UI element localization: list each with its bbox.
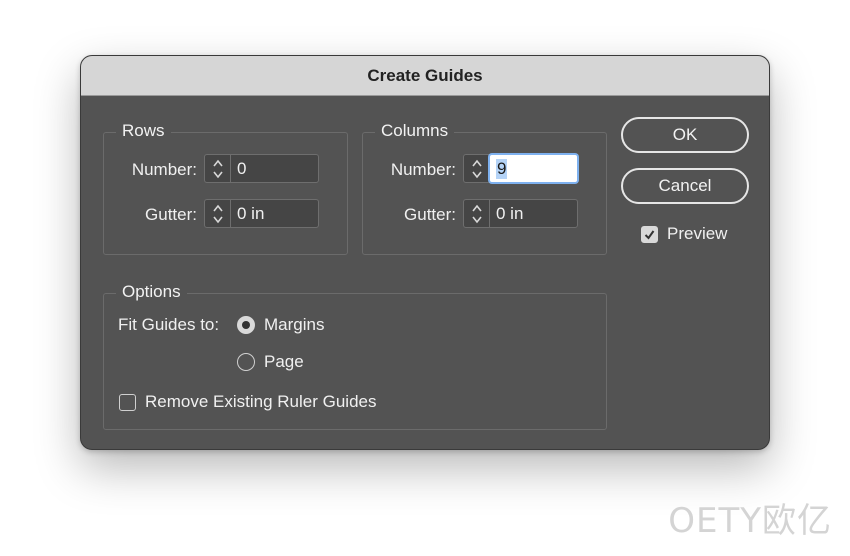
create-guides-dialog: Create Guides Rows Number: 0 Gutter: 0 i… (80, 55, 770, 450)
radio-margins[interactable]: Margins (237, 315, 324, 335)
cancel-button[interactable]: Cancel (621, 168, 749, 204)
rows-number-input[interactable]: 0 (231, 159, 318, 179)
columns-gutter-label: Gutter: (404, 205, 456, 224)
rows-gutter-stepper[interactable]: 0 in (204, 199, 319, 228)
checkbox-unchecked-icon[interactable] (119, 393, 136, 411)
radio-page-label: Page (264, 352, 304, 371)
preview-checkbox[interactable]: Preview (641, 224, 727, 244)
columns-number-label: Number: (390, 160, 456, 179)
rows-gutter-input[interactable]: 0 in (231, 204, 318, 224)
title-bar[interactable]: Create Guides (81, 56, 769, 96)
stepper-arrows-icon[interactable] (205, 155, 231, 182)
remove-guides-label: Remove Existing Ruler Guides (145, 392, 377, 411)
columns-gutter-input[interactable]: 0 in (490, 204, 577, 224)
stepper-arrows-icon[interactable] (464, 155, 490, 182)
radio-page[interactable]: Page (237, 352, 304, 372)
options-legend: Options (116, 282, 187, 302)
checkmark-icon[interactable] (641, 225, 658, 243)
rows-number-stepper[interactable]: 0 (204, 154, 319, 183)
stepper-arrows-icon[interactable] (205, 200, 231, 227)
columns-gutter-stepper[interactable]: 0 in (463, 199, 578, 228)
ok-button[interactable]: OK (621, 117, 749, 153)
rows-group: Rows Number: 0 Gutter: 0 in (103, 121, 348, 255)
columns-legend: Columns (375, 121, 455, 141)
options-group: Options Fit Guides to: Margins Page Remo… (103, 282, 607, 430)
columns-number-stepper[interactable]: 9 (463, 154, 578, 183)
dialog-title: Create Guides (367, 65, 483, 85)
watermark-logo: OETY欧亿 (668, 501, 832, 541)
stepper-arrows-icon[interactable] (464, 200, 490, 227)
radio-unselected-icon[interactable] (237, 353, 255, 371)
remove-guides-checkbox[interactable]: Remove Existing Ruler Guides (119, 392, 376, 412)
rows-number-label: Number: (131, 160, 197, 179)
rows-gutter-label: Gutter: (145, 205, 197, 224)
radio-margins-label: Margins (264, 315, 325, 334)
fit-guides-label: Fit Guides to: (118, 315, 220, 334)
rows-legend: Rows (116, 121, 171, 141)
columns-group: Columns Number: 9 Gutter: 0 in (362, 121, 607, 255)
preview-label: Preview (667, 224, 728, 243)
radio-selected-icon[interactable] (237, 316, 255, 334)
columns-number-input[interactable]: 9 (496, 158, 508, 179)
